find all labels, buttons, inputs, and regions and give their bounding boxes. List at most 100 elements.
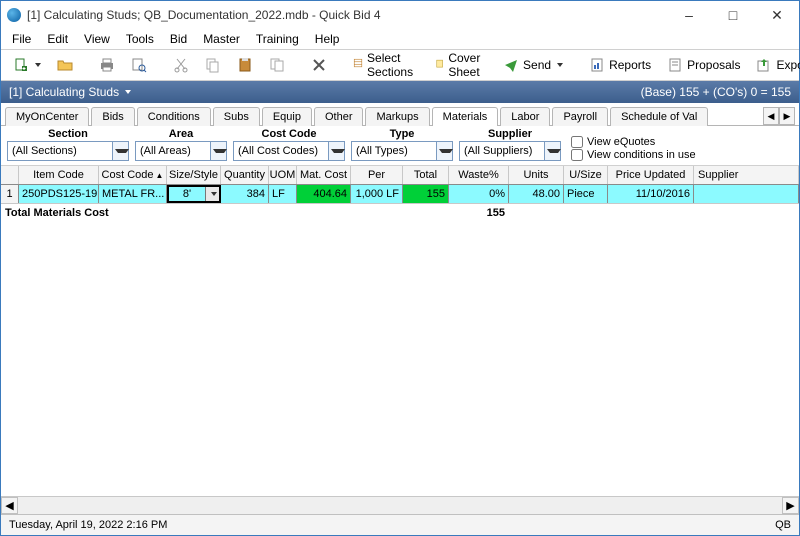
proposals-button[interactable]: Proposals — [661, 54, 746, 76]
col-quantity[interactable]: Quantity — [221, 166, 269, 184]
menu-file[interactable]: File — [5, 30, 38, 48]
cell-size-style[interactable]: 8' — [167, 185, 221, 203]
select-sections-button[interactable]: Select Sections — [347, 48, 425, 82]
cell-item-code[interactable]: 250PDS125-19 — [19, 185, 99, 203]
table-row[interactable]: 1 250PDS125-19 METAL FR... 8' 384 LF 404… — [1, 185, 799, 204]
cell-cost-code[interactable]: METAL FR... — [99, 185, 167, 203]
col-waste[interactable]: Waste% — [449, 166, 509, 184]
col-cost-code[interactable]: Cost Code▲ — [99, 166, 167, 184]
scroll-track[interactable] — [18, 497, 782, 514]
col-total[interactable]: Total — [403, 166, 449, 184]
cell-units[interactable]: 48.00 — [509, 185, 564, 203]
col-supplier[interactable]: Supplier — [694, 166, 799, 184]
filter-section-combo[interactable]: (All Sections) — [7, 141, 129, 161]
exports-button[interactable]: Exports — [750, 54, 800, 76]
cut-button[interactable] — [167, 54, 195, 76]
tab-scroll-right[interactable]: ▶ — [779, 107, 795, 125]
grid-header: Item Code Cost Code▲ Size/Style Quantity… — [1, 166, 799, 185]
menu-master[interactable]: Master — [196, 30, 247, 48]
chevron-down-icon[interactable] — [544, 142, 560, 160]
duplicate-button[interactable] — [263, 54, 291, 76]
status-app: QB — [775, 519, 791, 531]
cover-sheet-icon — [435, 57, 444, 73]
chevron-down-icon[interactable] — [328, 142, 344, 160]
paste-button[interactable] — [231, 54, 259, 76]
cell-quantity[interactable]: 384 — [221, 185, 269, 203]
menu-bid[interactable]: Bid — [163, 30, 194, 48]
filter-section-label: Section — [48, 128, 88, 140]
horizontal-scrollbar[interactable]: ◀ ▶ — [1, 496, 799, 514]
print-button[interactable] — [93, 54, 121, 76]
sort-asc-icon: ▲ — [156, 171, 164, 180]
col-size-style[interactable]: Size/Style — [167, 166, 221, 184]
paste-icon — [237, 57, 253, 73]
exports-label: Exports — [776, 58, 800, 72]
chevron-down-icon[interactable] — [125, 90, 131, 94]
view-equotes-checkbox[interactable]: View eQuotes — [571, 136, 696, 148]
cell-supplier[interactable] — [694, 185, 799, 203]
tab-subs[interactable]: Subs — [213, 107, 260, 126]
tab-schedule-of-values[interactable]: Schedule of Val — [610, 107, 708, 126]
chevron-down-icon[interactable] — [436, 142, 452, 160]
chevron-down-icon[interactable] — [210, 142, 226, 160]
preview-button[interactable] — [125, 54, 153, 76]
cell-usize[interactable]: Piece — [564, 185, 608, 203]
menu-view[interactable]: View — [77, 30, 117, 48]
menu-help[interactable]: Help — [308, 30, 347, 48]
col-uom[interactable]: UOM — [269, 166, 297, 184]
menu-edit[interactable]: Edit — [40, 30, 75, 48]
tab-other[interactable]: Other — [314, 107, 364, 126]
minimize-button[interactable]: – — [667, 1, 711, 29]
new-button[interactable] — [7, 54, 47, 76]
send-button[interactable]: Send — [497, 54, 569, 76]
delete-icon — [311, 57, 327, 73]
tab-payroll[interactable]: Payroll — [552, 107, 608, 126]
scroll-left-button[interactable]: ◀ — [1, 497, 18, 514]
col-rownum[interactable] — [1, 166, 19, 184]
tab-markups[interactable]: Markups — [365, 107, 429, 126]
scroll-right-button[interactable]: ▶ — [782, 497, 799, 514]
cell-per[interactable]: 1,000 LF — [351, 185, 403, 203]
col-usize[interactable]: U/Size — [564, 166, 608, 184]
reports-button[interactable]: Reports — [583, 54, 657, 76]
reports-icon — [589, 57, 605, 73]
tab-materials[interactable]: Materials — [432, 107, 499, 126]
close-button[interactable]: ✕ — [755, 1, 799, 29]
view-conditions-checkbox[interactable]: View conditions in use — [571, 149, 696, 161]
maximize-button[interactable]: □ — [711, 1, 755, 29]
new-icon — [13, 57, 29, 73]
col-units[interactable]: Units — [509, 166, 564, 184]
delete-button[interactable] — [305, 54, 333, 76]
filter-type-combo[interactable]: (All Types) — [351, 141, 453, 161]
cell-price-updated[interactable]: 11/10/2016 — [608, 185, 694, 203]
copy-button[interactable] — [199, 54, 227, 76]
tab-scroll-left[interactable]: ◀ — [763, 107, 779, 125]
tab-bids[interactable]: Bids — [91, 107, 134, 126]
copy-icon — [205, 57, 221, 73]
col-price-updated[interactable]: Price Updated — [608, 166, 694, 184]
col-per[interactable]: Per — [351, 166, 403, 184]
cell-uom[interactable]: LF — [269, 185, 297, 203]
cell-waste[interactable]: 0% — [449, 185, 509, 203]
chevron-down-icon[interactable] — [205, 187, 219, 201]
tab-equip[interactable]: Equip — [262, 107, 312, 126]
filter-costcode-combo[interactable]: (All Cost Codes) — [233, 141, 345, 161]
col-item-code[interactable]: Item Code — [19, 166, 99, 184]
cell-total[interactable]: 155 — [403, 185, 449, 203]
filter-supplier-combo[interactable]: (All Suppliers) — [459, 141, 561, 161]
open-button[interactable] — [51, 54, 79, 76]
filter-area-combo[interactable]: (All Areas) — [135, 141, 227, 161]
filter-supplier-label: Supplier — [488, 128, 532, 140]
totals-row: Total Materials Cost 155 — [1, 204, 799, 222]
tab-conditions[interactable]: Conditions — [137, 107, 211, 126]
cover-sheet-button[interactable]: Cover Sheet — [429, 48, 493, 82]
col-mat-cost[interactable]: Mat. Cost — [297, 166, 351, 184]
tab-myoncenter[interactable]: MyOnCenter — [5, 107, 89, 126]
menu-tools[interactable]: Tools — [119, 30, 161, 48]
menu-training[interactable]: Training — [249, 30, 306, 48]
print-preview-icon — [131, 57, 147, 73]
tab-labor[interactable]: Labor — [500, 107, 550, 126]
chevron-down-icon[interactable] — [112, 142, 128, 160]
cell-mat-cost[interactable]: 404.64 — [297, 185, 351, 203]
send-label: Send — [523, 58, 551, 72]
